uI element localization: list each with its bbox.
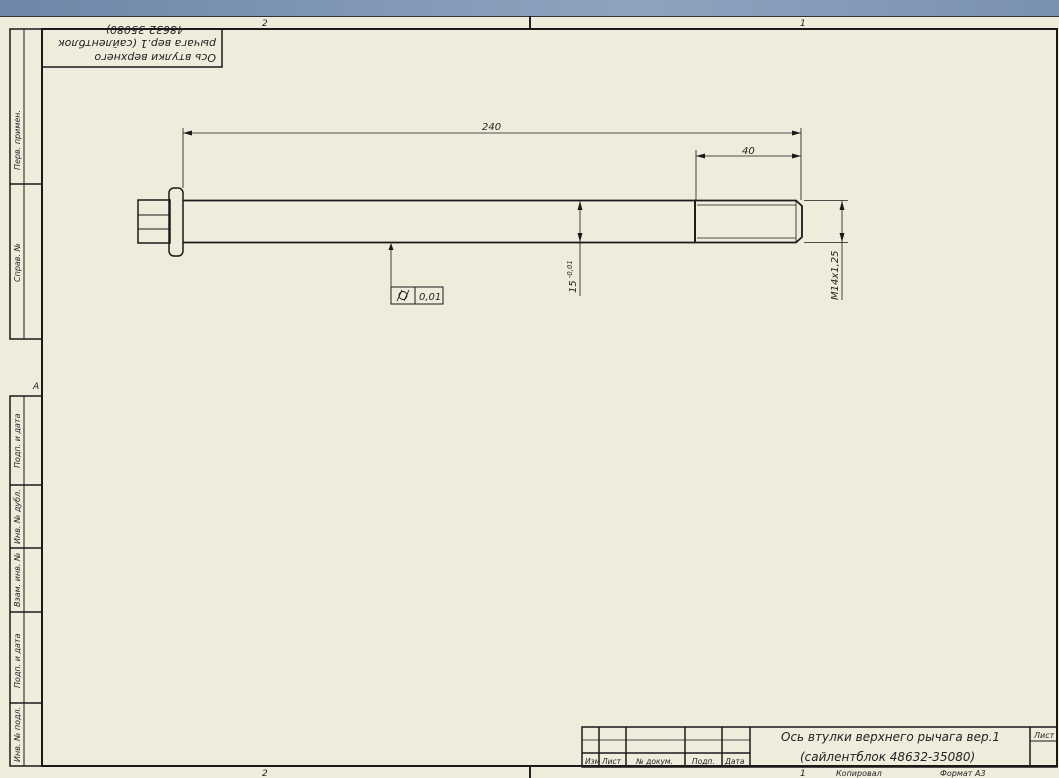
tb-izm: Изм — [585, 757, 601, 766]
shaft-part — [137, 187, 803, 257]
stamp-podp-data-1: Подп. и дата — [13, 413, 22, 468]
dimension-thread-label: M14x1,25 — [830, 250, 841, 300]
tb-format: Формат А3 — [940, 769, 986, 778]
stamp-inv-dubl: Инв. № дубл. — [13, 489, 22, 544]
stamp-inv-podl: Инв. № подл. — [13, 707, 22, 762]
tolerance-value: 0,01 — [419, 292, 441, 303]
tb-list: Лист — [601, 757, 622, 766]
tb-kopiroval: Копировал — [836, 769, 882, 778]
zone-label-bottom-left: 2 — [262, 769, 268, 778]
dimension-240-label: 240 — [482, 122, 501, 133]
drawing-sheet: 2 1 2 1 A Перв. примен. Справ. № Подп. и… — [0, 16, 1059, 778]
side-stamp-lower: Подп. и дата Инв. № дубл. Взам. инв. № П… — [9, 395, 43, 767]
thread-section — [694, 199, 803, 244]
drawing-frame — [41, 28, 1058, 767]
tb-podp: Подп. — [692, 757, 715, 766]
dimension-40-label: 40 — [742, 146, 755, 157]
zone-label-bottom-right: 1 — [800, 769, 806, 778]
mirror-title-line-2: рычага вер.1 (сайлентблок — [58, 37, 217, 50]
side-stamp-upper: Перв. примен. Справ. № — [9, 28, 43, 340]
cylindricity-icon — [396, 289, 410, 302]
drawing-title-line-2: (сайлентблок 48632-35080) — [800, 750, 975, 764]
hex-head — [137, 199, 171, 244]
drawing-title-line-1: Ось втулки верхнего рычага вер.1 — [781, 730, 1000, 744]
zone-label-side: A — [32, 382, 39, 392]
dimension-diameter-label: 15-0,01 — [566, 260, 579, 293]
dimension-thread — [804, 200, 848, 300]
dimension-40 — [695, 150, 801, 200]
zone-label-top-left: 2 — [262, 19, 268, 29]
tb-sheet-label: Лист — [1033, 731, 1055, 740]
stamp-perv-primen: Перв. примен. — [13, 110, 22, 170]
collar — [168, 187, 184, 257]
dimension-240 — [182, 128, 802, 200]
mirror-title-line-3: 48632-35080) — [106, 23, 184, 36]
stamp-podp-data-2: Подп. и дата — [13, 633, 22, 688]
mirror-title-line-1: Ось втулки верхнего — [94, 51, 216, 64]
tb-n-dokum: № докум. — [635, 757, 673, 766]
stamp-vzam-inv: Взам. инв. № — [13, 553, 22, 607]
tb-data: Дата — [724, 757, 745, 766]
stamp-sprav-no: Справ. № — [13, 243, 22, 282]
zone-label-top-right: 1 — [800, 19, 806, 29]
